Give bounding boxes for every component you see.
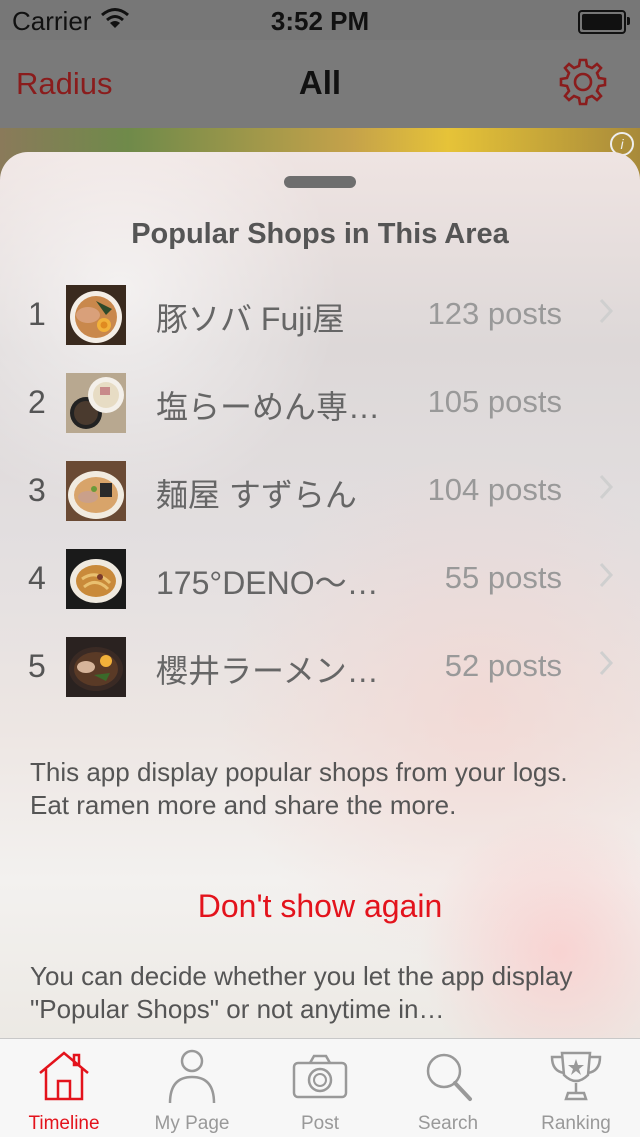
- shop-post-count: 105 posts: [427, 384, 562, 419]
- chevron-right-icon: [599, 650, 614, 676]
- tab-label: Post: [300, 1113, 340, 1134]
- shop-row[interactable]: 5 櫻井ラーメン… 52 posts: [0, 624, 640, 712]
- tab-label: Ranking: [541, 1113, 611, 1134]
- sheet-title: Popular Shops in This Area: [131, 218, 509, 250]
- shop-post-count: 123 posts: [427, 296, 562, 331]
- shop-list: 1 豚ソバ Fuji屋 123 posts 2 塩らーめん専… 105 post…: [0, 272, 640, 712]
- popular-shops-sheet: Popular Shops in This Area 1 豚ソバ Fuji屋 1…: [0, 152, 640, 1040]
- tab-post[interactable]: Post: [256, 1039, 384, 1137]
- shop-row[interactable]: 3 麺屋 すずらん 104 posts: [0, 448, 640, 536]
- shop-post-count: 104 posts: [427, 472, 562, 507]
- shop-name: 櫻井ラーメン…: [156, 653, 379, 689]
- shop-name: 麺屋 すずらん: [156, 477, 357, 513]
- search-icon: [426, 1053, 472, 1101]
- battery-icon: [578, 10, 630, 34]
- status-bar: Carrier 3:52 PM: [0, 0, 640, 40]
- person-icon: [168, 1049, 216, 1104]
- chevron-right-icon: [599, 562, 614, 588]
- tab-my-page[interactable]: My Page: [128, 1039, 256, 1137]
- shop-thumbnail: [66, 373, 126, 433]
- shop-thumbnail: [66, 461, 126, 521]
- home-icon: [39, 1051, 89, 1101]
- shop-row[interactable]: 4 175°DENO〜… 55 posts: [0, 536, 640, 624]
- sheet-description: This app display popular shops from your…: [30, 757, 568, 820]
- tab-label: My Page: [154, 1113, 230, 1134]
- sheet-handle[interactable]: [284, 176, 356, 188]
- shop-row[interactable]: 1 豚ソバ Fuji屋 123 posts: [0, 272, 640, 360]
- chevron-right-icon: [599, 298, 614, 324]
- camera-icon: [292, 1054, 348, 1099]
- clock: 3:52 PM: [270, 6, 370, 36]
- shop-row[interactable]: 2 塩らーめん専… 105 posts: [0, 360, 640, 448]
- shop-rank: 1: [28, 296, 46, 332]
- navigation-bar: Radius All: [0, 40, 640, 128]
- shop-name: 175°DENO〜…: [156, 565, 379, 601]
- shop-name: 塩らーめん専…: [156, 389, 381, 425]
- tab-search[interactable]: Search: [384, 1039, 512, 1137]
- shop-thumbnail: [66, 285, 126, 345]
- shop-post-count: 55 posts: [444, 560, 562, 595]
- settings-note: You can decide whether you let the app d…: [30, 961, 573, 1024]
- shop-thumbnail: [66, 637, 126, 697]
- shop-rank: 5: [28, 648, 46, 684]
- tab-timeline[interactable]: Timeline: [0, 1039, 128, 1137]
- shop-rank: 4: [28, 560, 46, 596]
- shop-thumbnail: [66, 549, 126, 609]
- shop-name: 豚ソバ Fuji屋: [156, 301, 345, 337]
- tab-label: Timeline: [28, 1113, 100, 1134]
- tab-bar: Timeline My Page Post Search Ranking: [0, 1038, 640, 1137]
- shop-rank: 3: [28, 472, 46, 508]
- dont-show-again-button[interactable]: Don't show again: [0, 888, 640, 925]
- gear-icon[interactable]: [556, 56, 610, 110]
- chevron-right-icon: [599, 474, 614, 500]
- shop-rank: 2: [28, 384, 46, 420]
- nav-title: All: [298, 64, 342, 101]
- tab-label: Search: [417, 1113, 479, 1134]
- tab-ranking[interactable]: Ranking: [512, 1039, 640, 1137]
- trophy-icon: [550, 1051, 602, 1101]
- shop-post-count: 52 posts: [444, 648, 562, 683]
